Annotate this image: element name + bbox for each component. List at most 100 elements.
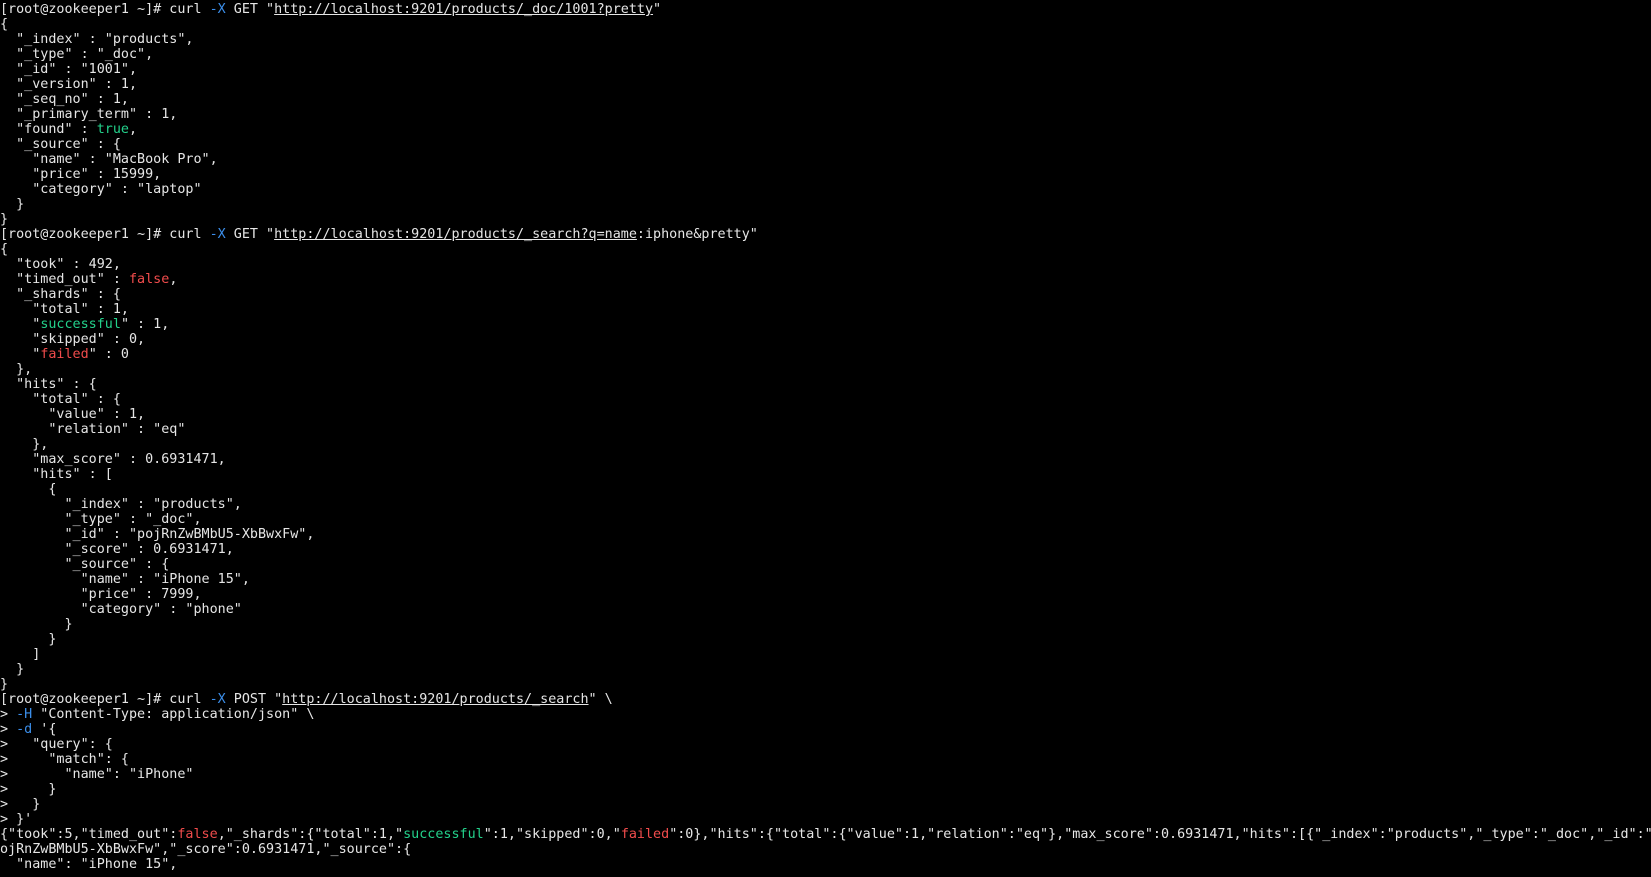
terminal-line: "failed" : 0 xyxy=(0,347,1651,362)
terminal-text: "price" : 15999, xyxy=(0,167,162,182)
terminal-text: > "match": { xyxy=(0,752,129,767)
terminal-text: "_id" : "pojRnZwBMbU5-XbBwxFw", xyxy=(0,527,315,542)
terminal-text: [root@zookeeper1 ~]# curl xyxy=(0,692,210,707)
terminal-text: > xyxy=(0,707,17,722)
terminal-line: "hits" : { xyxy=(0,377,1651,392)
terminal-text: { xyxy=(0,17,9,32)
terminal-line: "successful" : 1, xyxy=(0,317,1651,332)
terminal-line: "timed_out" : false, xyxy=(0,272,1651,287)
terminal-text: -X xyxy=(209,227,226,242)
terminal-text: GET " xyxy=(225,227,275,242)
terminal-text: { xyxy=(0,482,57,497)
terminal-line: ] xyxy=(0,647,1651,662)
url-text[interactable]: http://localhost:9201/products/_search?q… xyxy=(274,227,637,242)
terminal-text: "name" : "MacBook Pro", xyxy=(0,152,218,167)
terminal-text: "_type" : "_doc", xyxy=(0,512,202,527)
terminal-text: "_id" : "1001", xyxy=(0,62,138,77)
terminal-text: > }' xyxy=(0,812,33,827)
terminal-line: > -d '{ xyxy=(0,722,1651,737)
terminal-text: false xyxy=(129,272,170,287)
terminal-line: [root@zookeeper1 ~]# curl -X GET "http:/… xyxy=(0,2,1651,17)
terminal-line: }, xyxy=(0,437,1651,452)
terminal-line: } xyxy=(0,662,1651,677)
terminal-text: "_source" : { xyxy=(0,137,121,152)
terminal-line: } xyxy=(0,617,1651,632)
terminal-text: " \ xyxy=(588,692,613,707)
terminal-line: } xyxy=(0,677,1651,692)
terminal-line: { xyxy=(0,482,1651,497)
terminal-line: "category" : "laptop" xyxy=(0,182,1651,197)
terminal-line: } xyxy=(0,632,1651,647)
terminal-text: false xyxy=(177,827,218,842)
terminal-line: > "match": { xyxy=(0,752,1651,767)
terminal-text: " : 0 xyxy=(88,347,129,362)
terminal-text: "value" : 1, xyxy=(0,407,146,422)
terminal-line: "hits" : [ xyxy=(0,467,1651,482)
terminal-text: "_shards" : { xyxy=(0,287,121,302)
terminal-text: "category" : "laptop" xyxy=(0,182,202,197)
url-text[interactable]: http://localhost:9201/products/_search xyxy=(282,692,588,707)
terminal-text: }, xyxy=(0,362,33,377)
terminal-line: } xyxy=(0,212,1651,227)
terminal-line: "_type" : "_doc", xyxy=(0,512,1651,527)
terminal-text: > xyxy=(0,722,17,737)
terminal-text: "total" : { xyxy=(0,392,121,407)
terminal-line: "name" : "MacBook Pro", xyxy=(0,152,1651,167)
terminal-line: "category" : "phone" xyxy=(0,602,1651,617)
terminal-line: { xyxy=(0,242,1651,257)
terminal-text: "hits" : { xyxy=(0,377,97,392)
terminal-line: "price" : 7999, xyxy=(0,587,1651,602)
terminal-line: "_source" : { xyxy=(0,137,1651,152)
terminal-line: "max_score" : 0.6931471, xyxy=(0,452,1651,467)
terminal-text: "skipped" : 0, xyxy=(0,332,146,347)
terminal-line: [root@zookeeper1 ~]# curl -X GET "http:/… xyxy=(0,227,1651,242)
terminal-window[interactable]: [root@zookeeper1 ~]# curl -X GET "http:/… xyxy=(0,0,1651,877)
terminal-text: " xyxy=(653,2,662,17)
terminal-text: { xyxy=(0,242,9,257)
terminal-line: "value" : 1, xyxy=(0,407,1651,422)
terminal-line: {"took":5,"timed_out":false,"_shards":{"… xyxy=(0,827,1651,842)
terminal-line: "name": "iPhone 15", xyxy=(0,857,1651,872)
terminal-line: "name" : "iPhone 15", xyxy=(0,572,1651,587)
terminal-text: "category" : "phone" xyxy=(0,602,242,617)
terminal-line: "_shards" : { xyxy=(0,287,1651,302)
terminal-text: > "name": "iPhone" xyxy=(0,767,194,782)
terminal-text: "Content-Type: application/json" \ xyxy=(32,707,315,722)
terminal-text: [root@zookeeper1 ~]# curl xyxy=(0,227,210,242)
terminal-text: -H xyxy=(16,707,33,722)
terminal-text: "total" : 1, xyxy=(0,302,129,317)
terminal-text: successful xyxy=(40,317,121,332)
terminal-text: ] xyxy=(0,647,41,662)
terminal-line: > } xyxy=(0,797,1651,812)
terminal-line: "_primary_term" : 1, xyxy=(0,107,1651,122)
terminal-line: "_id" : "1001", xyxy=(0,62,1651,77)
terminal-text: :iphone&pretty" xyxy=(636,227,758,242)
terminal-text: , xyxy=(169,272,178,287)
terminal-text: "name": "iPhone 15", xyxy=(0,857,178,872)
terminal-text: {"took":5,"timed_out": xyxy=(0,827,178,842)
terminal-line: "_index" : "products", xyxy=(0,32,1651,47)
terminal-text: }, xyxy=(0,437,49,452)
terminal-line: "_id" : "pojRnZwBMbU5-XbBwxFw", xyxy=(0,527,1651,542)
terminal-text: } xyxy=(0,632,57,647)
terminal-text: } xyxy=(0,617,73,632)
terminal-text: "timed_out" : xyxy=(0,272,129,287)
terminal-text: "_source" : { xyxy=(0,557,170,572)
terminal-text: true xyxy=(96,122,129,137)
terminal-text: [root@zookeeper1 ~]# curl xyxy=(0,2,210,17)
terminal-line: "_seq_no" : 1, xyxy=(0,92,1651,107)
terminal-text: "_seq_no" : 1, xyxy=(0,92,129,107)
terminal-line: "total" : { xyxy=(0,392,1651,407)
terminal-text: '{ xyxy=(32,722,57,737)
terminal-line: [root@zookeeper1 ~]# curl -X POST "http:… xyxy=(0,692,1651,707)
terminal-line: "price" : 15999, xyxy=(0,167,1651,182)
terminal-text: ,"_shards":{"total":1," xyxy=(217,827,404,842)
terminal-line: "_index" : "products", xyxy=(0,497,1651,512)
terminal-line: "_score" : 0.6931471, xyxy=(0,542,1651,557)
terminal-line: "relation" : "eq" xyxy=(0,422,1651,437)
terminal-text: "found" : xyxy=(0,122,97,137)
terminal-line: > }' xyxy=(0,812,1651,827)
url-text[interactable]: http://localhost:9201/products/_doc/1001… xyxy=(274,2,653,17)
terminal-text: -X xyxy=(209,2,226,17)
terminal-text: > } xyxy=(0,782,57,797)
